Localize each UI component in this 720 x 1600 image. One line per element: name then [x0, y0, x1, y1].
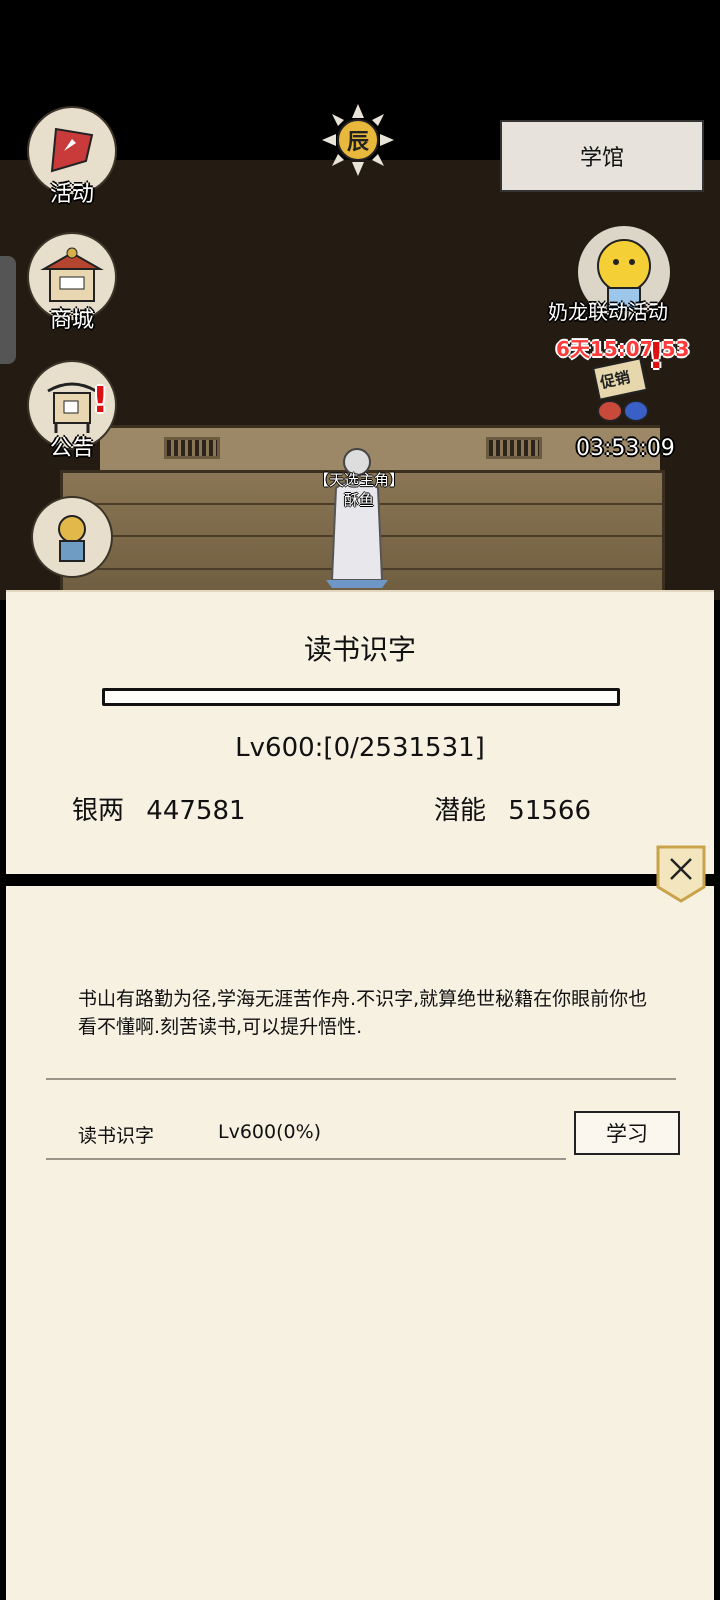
skill-level: Lv600(0%) — [218, 1121, 322, 1143]
shop-label: 商城 — [49, 308, 94, 333]
player-title: 【天选主角】 — [313, 471, 404, 489]
wall-vent — [164, 437, 220, 459]
silver-label: 银两 — [72, 796, 125, 826]
time-char: 辰 — [346, 130, 369, 155]
time-of-day-icon[interactable]: 辰 — [322, 104, 394, 176]
divider — [46, 1078, 676, 1080]
alert-icon: ! — [92, 380, 109, 421]
potential-label: 潜能 — [434, 796, 487, 826]
divider — [46, 1158, 566, 1160]
potential-value: 51566 — [508, 796, 591, 826]
skill-name: 读书识字 — [78, 1125, 155, 1147]
level-progress-text: Lv600:[0/2531531] — [235, 733, 485, 763]
wall-vent — [486, 437, 542, 459]
silver-value: 447581 — [146, 796, 246, 826]
activity-label: 活动 — [49, 182, 94, 207]
promo-countdown: 03:53:09 — [576, 436, 675, 461]
notice-label: 公告 — [49, 436, 94, 461]
activity-button[interactable]: 活动 — [26, 106, 118, 216]
silver-stat: 银两 447581 — [72, 790, 246, 827]
close-button[interactable] — [656, 845, 706, 903]
potential-stat: 潜能 51566 — [434, 790, 591, 827]
learn-button-label: 学习 — [606, 1122, 648, 1146]
player-name: 酥鱼 — [343, 491, 374, 509]
character-menu-button[interactable] — [26, 496, 118, 580]
panel-title: 读书识字 — [303, 633, 416, 666]
location-button[interactable]: 学馆 — [500, 120, 704, 192]
experience-progress-bar — [102, 688, 620, 706]
player-character[interactable] — [322, 448, 392, 588]
promo-sign-icon — [592, 357, 649, 422]
side-drawer-handle[interactable] — [0, 256, 16, 364]
close-icon — [656, 845, 706, 903]
promo-button[interactable]: 促销 — [590, 355, 656, 425]
learn-button[interactable]: 学习 — [574, 1111, 680, 1155]
location-label: 学馆 — [579, 146, 624, 171]
skill-description: 书山有路勤为径,学海无涯苦作舟.不识字,就算绝世秘籍在你眼前你也看不懂啊.刻苦读… — [78, 988, 648, 1038]
player-nameplate: 【天选主角】 酥鱼 — [300, 470, 418, 510]
shop-button[interactable]: 商城 — [26, 232, 118, 342]
event-title: 奶龙联动活动 — [548, 300, 668, 324]
character-icon — [31, 496, 113, 578]
